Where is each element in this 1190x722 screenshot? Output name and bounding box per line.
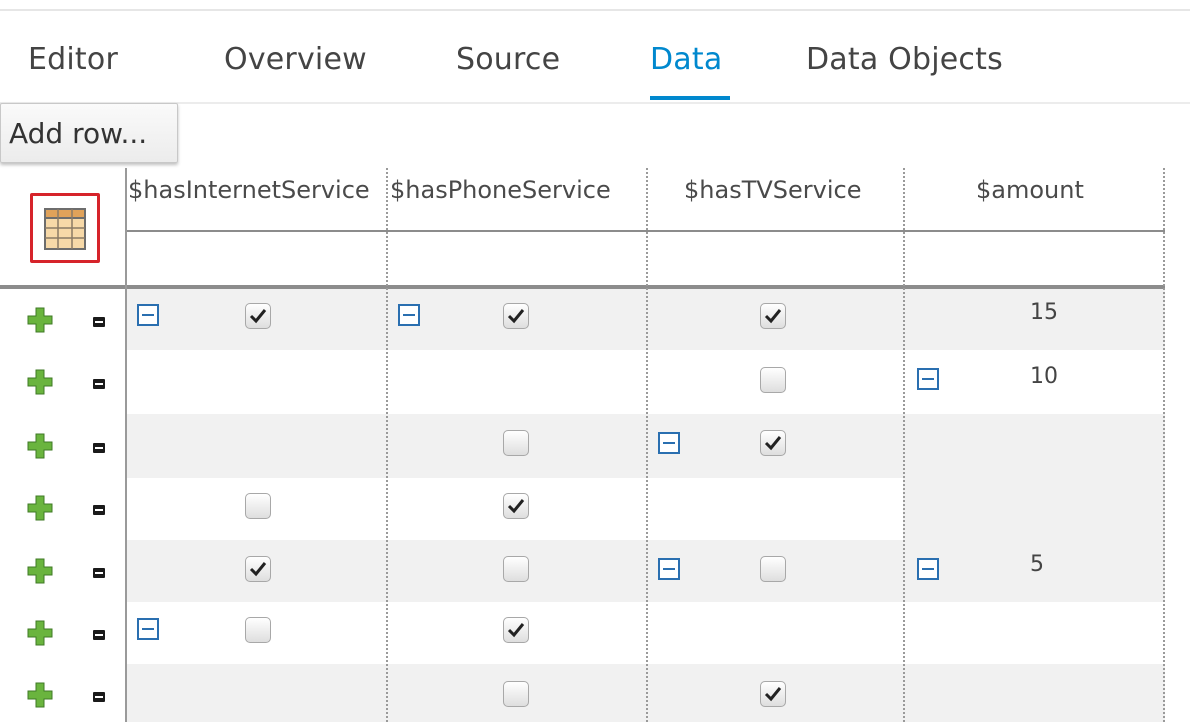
checkmark-icon xyxy=(764,687,782,702)
checkmark-icon xyxy=(764,436,782,451)
column-header-hasInternetService[interactable]: $hasInternetService xyxy=(128,176,370,204)
checkmark-icon xyxy=(507,309,525,324)
decision-table: $hasInternetService $hasPhoneService $ha… xyxy=(0,0,1190,722)
column-header-hasTVService[interactable]: $hasTVService xyxy=(684,176,861,204)
amount-merged-cell xyxy=(903,664,1165,722)
amount-value[interactable]: 10 xyxy=(1030,364,1058,389)
add-row-icon[interactable] xyxy=(27,682,53,708)
checkmark-icon xyxy=(249,309,267,324)
checkbox-checked[interactable] xyxy=(503,493,529,519)
delete-row-icon[interactable] xyxy=(93,568,105,578)
checkbox-checked[interactable] xyxy=(245,556,271,582)
checkbox-unchecked[interactable] xyxy=(760,556,786,582)
checkbox-unchecked[interactable] xyxy=(503,430,529,456)
delete-row-icon[interactable] xyxy=(93,379,105,389)
checkbox-unchecked[interactable] xyxy=(245,493,271,519)
checkmark-icon xyxy=(507,623,525,638)
checkbox-checked[interactable] xyxy=(245,303,271,329)
checkbox-unchecked[interactable] xyxy=(760,367,786,393)
add-row-icon[interactable] xyxy=(27,558,53,584)
checkmark-icon xyxy=(764,309,782,324)
checkbox-checked[interactable] xyxy=(760,303,786,329)
add-row-icon[interactable] xyxy=(27,620,53,646)
table-grid-icon xyxy=(44,208,86,250)
checkbox-unchecked[interactable] xyxy=(503,681,529,707)
column-header-amount[interactable]: $amount xyxy=(976,176,1084,204)
amount-merged-cell xyxy=(903,414,1165,540)
add-row-icon[interactable] xyxy=(27,495,53,521)
column-divider xyxy=(386,168,388,722)
delete-row-icon[interactable] xyxy=(93,630,105,640)
delete-row-icon[interactable] xyxy=(93,317,105,327)
column-header-hasPhoneService[interactable]: $hasPhoneService xyxy=(390,176,611,204)
column-divider xyxy=(646,168,648,722)
amount-value[interactable]: 15 xyxy=(1030,300,1058,325)
column-divider xyxy=(125,168,127,722)
collapse-icon[interactable] xyxy=(137,618,159,640)
checkbox-checked[interactable] xyxy=(760,681,786,707)
header-bottom-border xyxy=(0,285,1165,289)
delete-row-icon[interactable] xyxy=(93,505,105,515)
checkbox-checked[interactable] xyxy=(503,617,529,643)
collapse-icon[interactable] xyxy=(917,368,939,390)
column-divider xyxy=(903,168,905,722)
add-row-icon[interactable] xyxy=(27,369,53,395)
collapse-icon[interactable] xyxy=(137,304,159,326)
checkmark-icon xyxy=(507,499,525,514)
checkbox-unchecked[interactable] xyxy=(503,556,529,582)
delete-row-icon[interactable] xyxy=(93,692,105,702)
add-row-icon[interactable] xyxy=(27,433,53,459)
delete-row-icon[interactable] xyxy=(93,443,105,453)
checkbox-checked[interactable] xyxy=(503,303,529,329)
checkbox-checked[interactable] xyxy=(760,430,786,456)
collapse-icon[interactable] xyxy=(398,304,420,326)
column-divider xyxy=(1163,168,1165,722)
collapse-icon[interactable] xyxy=(658,558,680,580)
checkmark-icon xyxy=(249,562,267,577)
add-row-icon[interactable] xyxy=(27,307,53,333)
checkbox-unchecked[interactable] xyxy=(245,617,271,643)
table-properties-button[interactable] xyxy=(30,193,100,263)
collapse-icon[interactable] xyxy=(658,432,680,454)
amount-value[interactable]: 5 xyxy=(1030,552,1044,577)
collapse-icon[interactable] xyxy=(917,558,939,580)
